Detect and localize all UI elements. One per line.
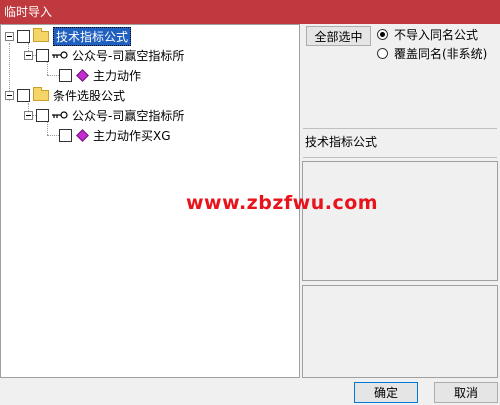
tree-node-condition-formula[interactable]: 条件选股公式 <box>5 86 125 104</box>
collapse-toggle[interactable] <box>5 90 14 100</box>
node-checkbox[interactable] <box>36 108 49 122</box>
window-title: 临时导入 <box>0 0 500 24</box>
folder-icon <box>33 27 49 42</box>
formula-type-info: 技术指标公式 <box>303 128 497 158</box>
tree-node-formula[interactable]: 主力动作 <box>59 66 141 84</box>
radio-overwrite-duplicates[interactable]: 覆盖同名(非系统) <box>377 45 487 62</box>
node-checkbox[interactable] <box>17 29 30 43</box>
key-icon <box>52 111 68 119</box>
tree-node-label[interactable]: 技术指标公式 <box>53 26 132 46</box>
formula-icon <box>76 68 89 82</box>
formula-icon <box>76 128 89 142</box>
watermark-text: www.zbzfwu.com <box>186 192 379 214</box>
tree-node-formula[interactable]: 主力动作买XG <box>59 126 171 144</box>
tree-line <box>47 135 59 136</box>
collapse-toggle[interactable] <box>24 110 33 120</box>
folder-icon <box>33 86 49 101</box>
tree-node-tech-formula[interactable]: 技术指标公式 <box>5 26 132 46</box>
node-checkbox[interactable] <box>59 68 72 82</box>
tree-node-label[interactable]: 主力动作买XG <box>93 127 171 144</box>
tree-node-source[interactable]: 公众号-司赢空指标所 <box>24 46 184 64</box>
collapse-toggle[interactable] <box>24 50 33 60</box>
select-all-button[interactable]: 全部选中 <box>306 26 371 46</box>
tree-line <box>47 75 59 76</box>
radio-label: 覆盖同名(非系统) <box>394 47 488 61</box>
detail-panel <box>302 285 498 378</box>
radio-skip-duplicates[interactable]: 不导入同名公式 <box>377 26 478 43</box>
radio-button[interactable] <box>377 29 388 40</box>
collapse-toggle[interactable] <box>5 31 14 41</box>
node-checkbox[interactable] <box>36 48 49 62</box>
node-checkbox[interactable] <box>17 88 30 102</box>
tree-node-label[interactable]: 主力动作 <box>93 67 141 84</box>
tree-node-label[interactable]: 公众号-司赢空指标所 <box>72 107 184 124</box>
tree-node-label[interactable]: 公众号-司赢空指标所 <box>72 47 184 64</box>
tree-node-label[interactable]: 条件选股公式 <box>53 87 125 104</box>
cancel-button[interactable]: 取消 <box>434 382 498 403</box>
key-icon <box>52 51 68 59</box>
radio-button[interactable] <box>377 48 388 59</box>
tree-node-source[interactable]: 公众号-司赢空指标所 <box>24 106 184 124</box>
radio-label: 不导入同名公式 <box>394 28 479 42</box>
ok-button[interactable]: 确定 <box>354 382 418 403</box>
node-checkbox[interactable] <box>59 128 72 142</box>
description-panel <box>302 161 498 281</box>
